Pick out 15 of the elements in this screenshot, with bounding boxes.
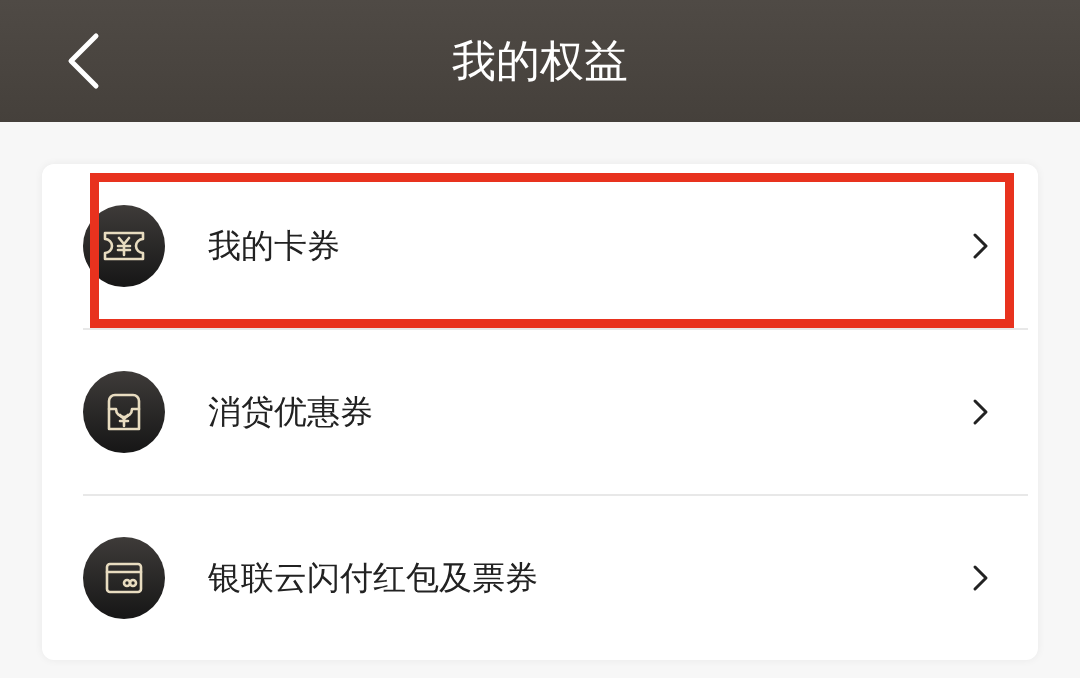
page-title: 我的权益 — [452, 33, 628, 88]
menu-item[interactable]: 我的卡券 — [42, 164, 1038, 328]
menu-item-label: 我的卡券 — [208, 224, 341, 267]
menu-item-label: 消贷优惠券 — [208, 390, 374, 433]
chevron-right-icon — [972, 564, 990, 592]
menu-item-label: 银联云闪付红包及票券 — [208, 556, 539, 599]
card-icon — [83, 537, 165, 619]
menu-item[interactable]: 消贷优惠券 — [42, 330, 1038, 494]
chevron-right-icon — [972, 232, 990, 260]
back-button[interactable] — [66, 32, 100, 90]
menu-item[interactable]: 银联云闪付红包及票券 — [42, 496, 1038, 660]
coupon-icon — [83, 371, 165, 453]
ticket-icon — [83, 205, 165, 287]
chevron-right-icon — [972, 398, 990, 426]
back-icon — [66, 32, 100, 90]
